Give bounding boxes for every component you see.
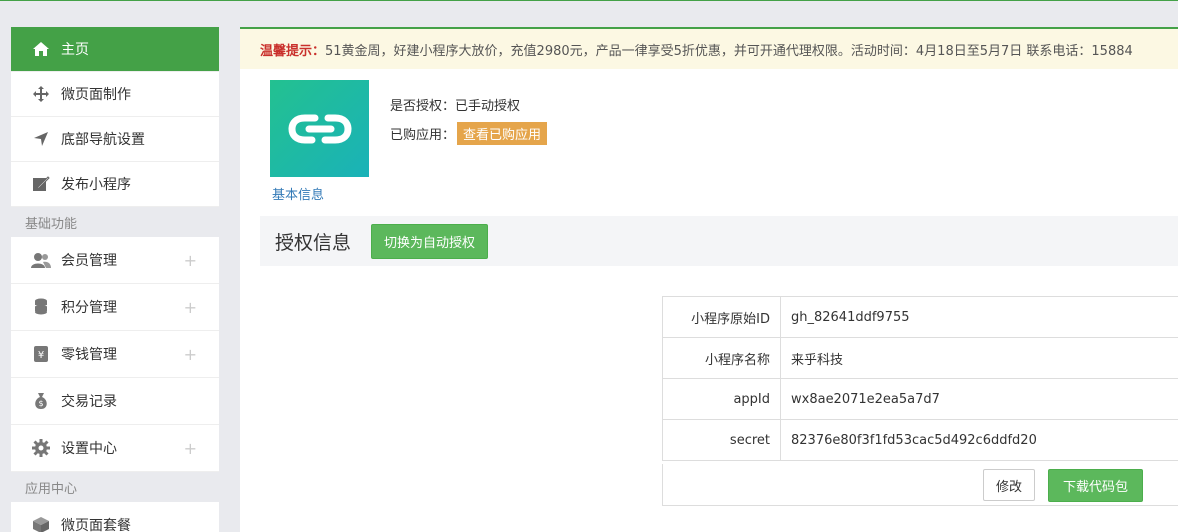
svg-text:¥: ¥ [38, 350, 44, 361]
view-purchased-apps-button[interactable]: 查看已购应用 [457, 122, 548, 145]
app-info-table: 小程序原始ID gh_82641ddf9755 小程序名称 来乎科技 appId… [662, 296, 1178, 461]
sidebar-item-label: 交易记录 [61, 394, 117, 410]
sidebar-item-micro-page[interactable]: 微页面制作 [11, 72, 219, 117]
expand-plus-icon[interactable]: + [184, 298, 197, 317]
users-icon [31, 250, 51, 270]
expand-plus-icon[interactable]: + [184, 251, 197, 270]
table-row: appId wx8ae2071e2ea5a7d7 [662, 378, 1178, 420]
sidebar-item-publish[interactable]: 发布小程序 [11, 162, 219, 207]
sidebar-item-transactions[interactable]: $ 交易记录 [11, 378, 219, 425]
money-bag-icon: $ [31, 391, 51, 411]
table-row: secret 82376e80f3f1fd53cac5d492c6ddfd20 [662, 419, 1178, 461]
sidebar-item-label: 主页 [61, 42, 89, 58]
table-key: appId [662, 378, 781, 420]
sidebar-item-wallet[interactable]: ¥ 零钱管理 + [11, 331, 219, 378]
sidebar-item-label: 发布小程序 [61, 177, 131, 193]
table-value: gh_82641ddf9755 [780, 296, 1178, 338]
gear-icon [31, 438, 51, 458]
edit-button[interactable]: 修改 [983, 469, 1035, 501]
app-logo [270, 80, 369, 177]
home-icon [31, 39, 51, 59]
auth-status: 是否授权：已手动授权 [390, 99, 521, 114]
table-row: 小程序名称 来乎科技 [662, 337, 1178, 379]
table-key: 小程序名称 [662, 337, 781, 379]
sidebar-item-points[interactable]: 积分管理 + [11, 284, 219, 331]
notice-text: 51黄金周，好建小程序大放价，充值2980元，产品一律享受5折优惠，并可开通代理… [325, 43, 1133, 59]
sidebar-section-apps: 应用中心 [11, 472, 219, 502]
svg-text:$: $ [38, 399, 43, 408]
top-accent-line [0, 0, 1178, 1]
sidebar-item-bottom-nav[interactable]: 底部导航设置 [11, 117, 219, 162]
download-code-package-button[interactable]: 下载代码包 [1048, 469, 1143, 502]
table-row: 小程序原始ID gh_82641ddf9755 [662, 296, 1178, 338]
table-key: secret [662, 419, 781, 461]
auth-section-title: 授权信息 [275, 231, 352, 254]
sidebar-item-label: 微页面套餐 [61, 518, 131, 532]
notice-tip-label: 温馨提示： [260, 43, 326, 59]
sidebar-item-home[interactable]: 主页 [11, 27, 219, 72]
table-key: 小程序原始ID [662, 296, 781, 338]
database-icon [31, 297, 51, 317]
expand-plus-icon[interactable]: + [184, 439, 197, 458]
table-value: 82376e80f3f1fd53cac5d492c6ddfd20 [780, 419, 1178, 461]
purchased-apps-row: 已购应用： 查看已购应用 [390, 122, 548, 145]
sidebar-item-label: 底部导航设置 [61, 132, 145, 148]
table-value: wx8ae2071e2ea5a7d7 [780, 378, 1178, 420]
navigation-arrow-icon [31, 129, 51, 149]
auth-section-header: 授权信息 切换为自动授权 [260, 216, 1178, 266]
sidebar-item-label: 积分管理 [61, 300, 117, 316]
main-content: 温馨提示： 51黄金周，好建小程序大放价，充值2980元，产品一律享受5折优惠，… [240, 27, 1178, 532]
sidebar-item-label: 会员管理 [61, 253, 117, 269]
switch-auto-auth-button[interactable]: 切换为自动授权 [371, 223, 489, 259]
sidebar-item-label: 零钱管理 [61, 347, 117, 363]
sidebar-section-basic: 基础功能 [11, 207, 219, 237]
sidebar-item-settings[interactable]: 设置中心 + [11, 425, 219, 472]
cube-icon [31, 515, 51, 532]
sidebar: 主页 微页面制作 底部导航设置 发布小程序 基础功能 会员管理 + 积分管理 + [11, 27, 219, 532]
table-action-row: 修改 下载代码包 [662, 464, 1178, 506]
wallet-icon: ¥ [31, 344, 51, 364]
move-icon [31, 84, 51, 104]
expand-plus-icon[interactable]: + [184, 345, 197, 364]
table-value: 来乎科技 [780, 337, 1178, 379]
sidebar-item-members[interactable]: 会员管理 + [11, 237, 219, 284]
purchased-apps-label: 已购应用： [390, 128, 456, 143]
link-icon [287, 114, 352, 143]
edit-icon [31, 174, 51, 194]
basic-info-link[interactable]: 基本信息 [272, 184, 324, 203]
sidebar-item-label: 微页面制作 [61, 87, 131, 103]
notice-banner: 温馨提示： 51黄金周，好建小程序大放价，充值2980元，产品一律享受5折优惠，… [240, 27, 1178, 69]
sidebar-item-micro-page-package[interactable]: 微页面套餐 [11, 502, 219, 532]
sidebar-item-label: 设置中心 [61, 441, 117, 457]
